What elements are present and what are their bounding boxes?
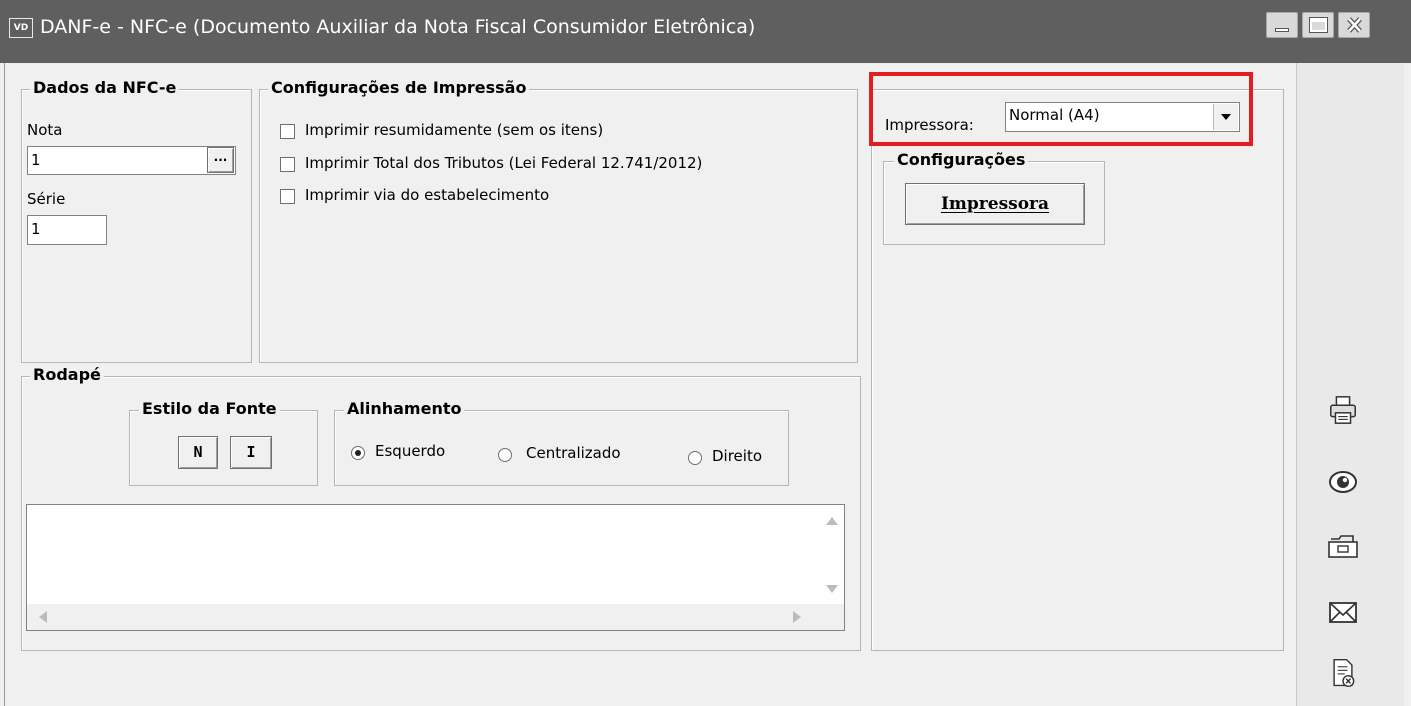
estilo-fonte-group: Estilo da Fonte [129,399,318,486]
nota-input[interactable]: 1 [27,146,236,175]
title-bar: VD DANF-e - NFC-e (Documento Auxiliar da… [0,0,1411,63]
scroll-up-icon[interactable] [826,517,838,525]
tributos-checkbox[interactable] [280,157,295,172]
minimize-icon [1275,28,1289,32]
dados-nfce-legend: Dados da NFC-e [30,78,180,97]
highlight-box [869,72,1253,146]
scroll-right-icon[interactable] [793,611,801,623]
rodape-textarea[interactable] [26,504,845,631]
maximize-button[interactable] [1302,12,1334,38]
maximize-icon [1309,17,1328,33]
scroll-left-icon[interactable] [39,611,47,623]
serie-label: Série [27,190,66,208]
impressora-config-button[interactable]: Impressora [905,183,1085,225]
configuracoes-legend: Configurações [894,150,1029,169]
direito-label: Direito [712,447,763,465]
minimize-button[interactable] [1266,12,1298,38]
scrollbar-corner [818,604,844,630]
esquerdo-radio[interactable] [351,446,365,460]
scroll-down-icon[interactable] [826,585,838,593]
via-estabelecimento-label: Imprimir via do estabelecimento [305,186,550,204]
email-icon[interactable] [1327,596,1359,628]
app-icon: VD [9,18,33,38]
serie-input[interactable]: 1 [27,215,107,245]
vertical-scrollbar[interactable] [818,505,844,605]
cancel-document-icon[interactable] [1327,657,1359,689]
nota-lookup-button[interactable]: ... [207,147,234,173]
centralizado-radio[interactable] [498,448,512,462]
direito-radio[interactable] [688,451,702,465]
preview-eye-icon[interactable] [1327,466,1359,498]
tributos-label: Imprimir Total dos Tributos (Lei Federal… [305,154,703,172]
horizontal-scrollbar[interactable] [27,604,820,630]
configuracoes-impressao-legend: Configurações de Impressão [268,78,530,97]
italic-button[interactable]: I [230,436,272,469]
centralizado-label: Centralizado [526,444,621,462]
printer-icon[interactable] [1327,394,1359,426]
resumido-checkbox[interactable] [280,124,295,139]
close-icon [1347,17,1362,33]
via-estabelecimento-checkbox[interactable] [280,189,295,204]
close-button[interactable] [1338,12,1370,38]
folder-icon[interactable] [1327,530,1359,562]
esquerdo-label: Esquerdo [375,442,446,460]
window-title: DANF-e - NFC-e (Documento Auxiliar da No… [40,16,756,38]
rodape-legend: Rodapé [30,365,104,384]
estilo-fonte-legend: Estilo da Fonte [139,399,280,418]
bold-button[interactable]: N [178,436,218,469]
resumido-label: Imprimir resumidamente (sem os itens) [305,121,604,139]
alinhamento-legend: Alinhamento [344,399,465,418]
nota-label: Nota [27,121,63,139]
